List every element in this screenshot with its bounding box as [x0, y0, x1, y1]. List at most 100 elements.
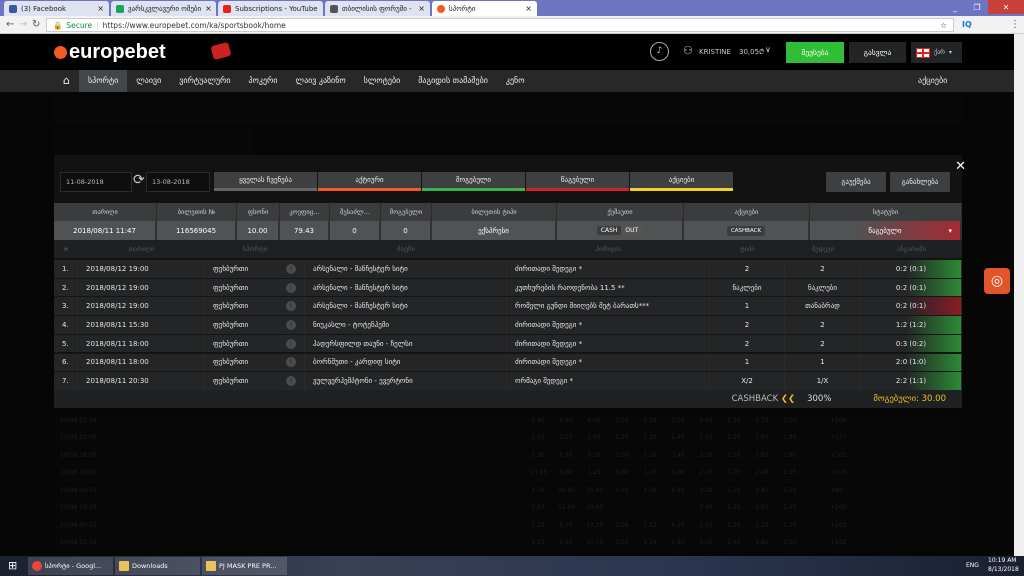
type-text: 2 — [744, 264, 750, 273]
date-text: 2018/08/12 19:00 — [86, 264, 149, 273]
back-icon[interactable]: ← — [6, 19, 14, 30]
close-icon[interactable]: ✕ — [955, 159, 966, 174]
close-tab-icon[interactable]: × — [418, 4, 425, 13]
filter-button[interactable]: აქციები — [630, 172, 733, 191]
nav-item[interactable]: კენო — [497, 70, 534, 92]
nav-item[interactable]: ვირტუალური — [170, 70, 239, 92]
n-text: 5. — [62, 339, 69, 348]
close-window-button[interactable]: ✕ — [988, 0, 1024, 14]
type-text: 2 — [744, 339, 750, 348]
close-tab-icon[interactable]: × — [205, 4, 212, 13]
caret-down-icon[interactable]: ▾ — [948, 227, 952, 235]
deposit-button[interactable]: შევსება — [786, 42, 844, 63]
filter-button[interactable]: ყველას ჩვენება — [214, 172, 317, 191]
nav-item[interactable]: პოკერი — [240, 70, 287, 92]
taskbar-time[interactable]: 10:19 AM — [988, 557, 1016, 564]
notifications-bell-icon[interactable]: ♪ — [650, 42, 669, 61]
tab-label: ვარსკვლავური ომები — [128, 4, 202, 13]
column-header: თარიღი — [128, 245, 155, 253]
ticket-summary-row[interactable]: 2018/08/11 11:47 116569045 10.00 79.43 0… — [54, 221, 962, 240]
info-icon[interactable]: i — [286, 263, 296, 274]
taskbar-date[interactable]: 8/13/2018 — [988, 566, 1019, 573]
url-input[interactable]: 🔒 Secure | https://www.europebet.com/ka/… — [46, 18, 954, 32]
selections-header-row: # თარიღი სპორტი მატჩი პოზიცია ტიპი შედეგი ანგარ… — [54, 240, 962, 258]
refresh-button[interactable]: განახლება — [890, 172, 950, 192]
date-from-input[interactable]: 11-08-2018 — [60, 172, 132, 192]
status-cell[interactable]: წაგებული ▾ — [810, 221, 962, 240]
result-text: 2 — [820, 320, 825, 329]
filter-button[interactable]: მოგებული — [422, 172, 525, 191]
info-icon[interactable]: i — [286, 376, 296, 387]
star-icon[interactable]: ☆ — [940, 21, 947, 30]
bet-history-modal: 11-08-2018 ⟳ 13-08-2018 ყველას ჩვენება აქ… — [54, 155, 966, 408]
reload-icon[interactable]: ↻ — [32, 19, 40, 30]
windows-start-icon[interactable]: ⊞ — [8, 559, 17, 572]
refresh-date-icon[interactable]: ⟳ — [133, 172, 145, 188]
cell-result: 1/X — [785, 372, 861, 390]
n-text: 7. — [62, 377, 69, 386]
info-icon[interactable]: i — [286, 338, 296, 349]
column-header: ბილეთის ტიპი — [432, 203, 557, 221]
cell-result: ნაკლები — [785, 278, 861, 297]
cell-match: ჰადერსფილდ თაუნი - ჩელსი — [305, 334, 507, 353]
column-header: ბილეთის № — [157, 203, 237, 221]
nav-item[interactable]: სლოტები — [355, 70, 410, 92]
browser-tab[interactable]: (3) Facebook × — [4, 1, 109, 16]
language-select[interactable]: ქარ ▾ — [911, 42, 962, 63]
cashout-button[interactable]: CASH OUT — [596, 226, 643, 235]
logout-button[interactable]: გასვლა — [849, 42, 906, 63]
nav-promotions[interactable]: აქციები — [918, 76, 947, 85]
support-lifebuoy-button[interactable]: ◎ — [984, 268, 1010, 294]
taskbar-item[interactable]: სპორტი - Googl... — [28, 557, 113, 575]
position-text: რომელი გუნდი მიიღებს მეტ ბარათს*** — [515, 302, 650, 311]
promo-badge-icon[interactable] — [210, 41, 232, 61]
nav-item[interactable]: ლაივ კაზინო — [287, 70, 355, 92]
taskbar-item[interactable]: PJ MASK PRE PR... — [202, 557, 287, 575]
browser-tab[interactable]: ვარსკვლავური ომები × — [111, 1, 216, 16]
close-tab-icon[interactable]: × — [97, 4, 104, 13]
close-tab-icon[interactable]: × — [525, 4, 532, 13]
nav-item[interactable]: მაგიდის თამაშები — [409, 70, 497, 92]
close-tab-icon[interactable]: × — [322, 4, 323, 13]
info-icon[interactable]: i — [286, 357, 296, 368]
taskbar-language[interactable]: ENG — [966, 562, 979, 569]
cell-date: 2018/08/11 15:30 — [78, 316, 205, 334]
forward-icon[interactable]: → — [19, 19, 27, 30]
filter-button[interactable]: აქტიური — [318, 172, 421, 191]
cashback-badge[interactable]: CASHBACK — [726, 225, 766, 236]
cancel-button[interactable]: გაუქმება — [826, 172, 886, 192]
folder-icon — [206, 561, 216, 571]
info-icon[interactable]: i — [286, 282, 296, 293]
username[interactable]: KRISTINE — [699, 48, 731, 56]
cell-match: არსენალი - მანჩესტერ სიტი — [305, 278, 507, 297]
balance[interactable]: 30,05₾ — [739, 48, 764, 57]
filter-button[interactable]: წაგებული — [526, 172, 629, 191]
nav-item[interactable]: ლაივი — [127, 70, 170, 92]
browser-tab[interactable]: სპორტი × — [432, 1, 537, 16]
menu-icon[interactable]: ⋮ — [1010, 19, 1020, 30]
maximize-button[interactable]: ❐ — [966, 0, 988, 14]
match-text: ბორნმუთი - კარდიფ სიტი — [313, 358, 401, 367]
info-icon[interactable]: i — [286, 319, 296, 330]
chevron-down-icon[interactable]: ∨ — [765, 45, 771, 54]
column-header: მოგებული — [381, 203, 432, 221]
browser-tab[interactable]: Subscriptions - YouTube × — [218, 1, 323, 16]
europebet-logo[interactable]: europebet — [54, 41, 166, 64]
ticket-number: 116569045 — [157, 221, 237, 240]
nav-item[interactable]: სპორტი — [78, 70, 128, 92]
tab-label: სპორტი — [449, 4, 476, 13]
cell-score: 0:3 (0:2) — [861, 334, 962, 353]
info-icon[interactable]: i — [286, 301, 296, 312]
minimize-button[interactable]: _ — [944, 0, 966, 14]
iq-extension-icon[interactable]: IQ — [962, 20, 972, 29]
cell-n: 6. — [54, 353, 78, 372]
browser-tab[interactable]: თბილისის ფორუმი - × — [325, 1, 430, 16]
column-header: სპორტი — [242, 245, 268, 253]
cell-date: 2018/08/12 19:00 — [78, 260, 205, 278]
taskbar-item[interactable]: Downloads — [115, 557, 200, 575]
sport-text: ფეხბურთი — [213, 377, 249, 386]
page-scrollbar[interactable] — [1014, 34, 1024, 556]
score-text: 0:3 (0:2) — [895, 339, 927, 348]
home-icon[interactable]: ⌂ — [54, 70, 79, 92]
date-to-input[interactable]: 13-08-2018 — [146, 172, 210, 192]
